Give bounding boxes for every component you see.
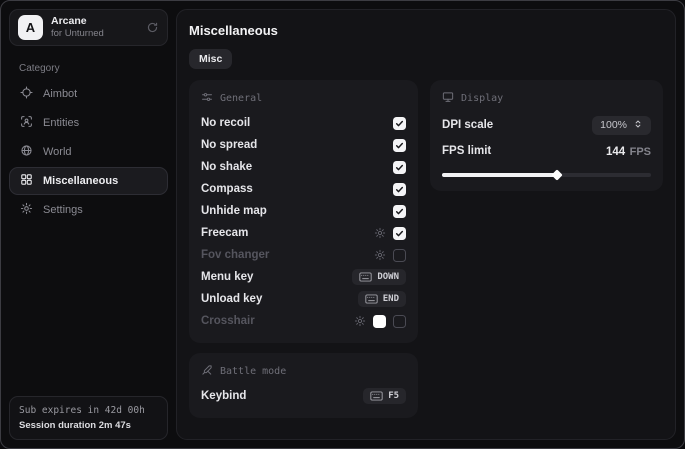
sidebar-item-world[interactable]: World [9, 138, 168, 166]
setting-row-compass: Compass [201, 178, 406, 200]
dpi-value: 100% [600, 119, 627, 131]
crosshair-settings-gear-icon[interactable] [354, 315, 366, 327]
session-duration-text: Session duration 2m 47s [19, 420, 158, 431]
keybind-label: END [383, 294, 399, 304]
chevrons-up-down-icon [633, 119, 643, 132]
checkbox-unhide-map[interactable] [393, 205, 406, 218]
checkbox-compass[interactable] [393, 183, 406, 196]
setting-row-menu-key: Menu key DOWN [201, 266, 406, 288]
freecam-settings-gear-icon[interactable] [374, 227, 386, 239]
sidebar-item-aimbot[interactable]: Aimbot [9, 80, 168, 108]
sidebar-item-miscellaneous[interactable]: Miscellaneous [9, 167, 168, 195]
checkbox-freecam[interactable] [393, 227, 406, 240]
page-title: Miscellaneous [189, 23, 663, 38]
checkbox-no-spread[interactable] [393, 139, 406, 152]
setting-row-unhide-map: Unhide map [201, 200, 406, 222]
sidebar-item-settings[interactable]: Settings [9, 196, 168, 224]
app-logo: A [18, 15, 43, 40]
fov-settings-gear-icon[interactable] [374, 249, 386, 261]
slider-fill [442, 173, 557, 177]
setting-row-fov-changer: Fov changer [201, 244, 406, 266]
sidebar-item-label: Settings [43, 204, 83, 216]
crosshair-color-swatch[interactable] [373, 315, 386, 328]
setting-row-crosshair: Crosshair [201, 310, 406, 332]
sync-icon[interactable] [146, 21, 159, 34]
app-header: A Arcane for Unturned [9, 9, 168, 46]
main-panel: Miscellaneous Misc General No rec [176, 9, 676, 440]
fps-unit: FPS [630, 146, 651, 158]
keybind-label: F5 [388, 391, 399, 401]
tab-misc[interactable]: Misc [189, 49, 232, 69]
app-name: Arcane [51, 15, 104, 28]
setting-row-fps-limit: FPS limit 144 FPS [442, 138, 651, 164]
card-title: Battle mode [220, 366, 286, 377]
checkbox-crosshair[interactable] [393, 315, 406, 328]
setting-row-no-recoil: No recoil [201, 112, 406, 134]
sidebar-item-label: World [43, 146, 72, 158]
sidebar-item-label: Miscellaneous [43, 175, 118, 187]
setting-row-keybind: Keybind F5 [201, 385, 406, 407]
sidebar-item-label: Entities [43, 117, 79, 129]
keybind-label: DOWN [377, 272, 399, 282]
card-title: General [220, 93, 262, 104]
general-card: General No recoil No spread No shake [189, 80, 418, 343]
fps-limit-slider[interactable] [442, 173, 651, 177]
app-subtitle: for Unturned [51, 28, 104, 40]
setting-row-unload-key: Unload key END [201, 288, 406, 310]
grid-icon [20, 173, 33, 189]
card-title: Display [461, 93, 503, 104]
entities-icon [20, 115, 33, 131]
sidebar: A Arcane for Unturned Category Aimbot [1, 1, 176, 448]
sliders-icon [201, 91, 213, 106]
crosshair-icon [20, 86, 33, 102]
globe-icon [20, 144, 33, 160]
setting-row-dpi-scale: DPI scale 100% [442, 112, 651, 138]
sidebar-item-entities[interactable]: Entities [9, 109, 168, 137]
setting-row-freecam: Freecam [201, 222, 406, 244]
battle-keybind-button[interactable]: F5 [363, 388, 406, 404]
unload-keybind-button[interactable]: END [358, 291, 406, 307]
swords-icon [201, 364, 213, 379]
checkbox-no-shake[interactable] [393, 161, 406, 174]
checkbox-no-recoil[interactable] [393, 117, 406, 130]
slider-thumb[interactable] [551, 169, 562, 180]
checkbox-fov-changer[interactable] [393, 249, 406, 262]
display-card: Display DPI scale 100% FPS limit [430, 80, 663, 191]
setting-row-no-shake: No shake [201, 156, 406, 178]
battle-mode-card: Battle mode Keybind F5 [189, 353, 418, 418]
fps-value: 144 [606, 146, 625, 158]
sidebar-nav: Aimbot Entities World [9, 80, 168, 224]
monitor-icon [442, 91, 454, 106]
sidebar-item-label: Aimbot [43, 88, 77, 100]
subscription-info: Sub expires in 42d 00h Session duration … [9, 396, 168, 440]
dpi-scale-select[interactable]: 100% [592, 116, 651, 135]
app-window: A Arcane for Unturned Category Aimbot [0, 0, 685, 449]
menu-keybind-button[interactable]: DOWN [352, 269, 406, 285]
setting-row-no-spread: No spread [201, 134, 406, 156]
category-label: Category [19, 63, 168, 74]
sub-expiry-text: Sub expires in 42d 00h [19, 405, 158, 416]
gear-icon [20, 202, 33, 218]
